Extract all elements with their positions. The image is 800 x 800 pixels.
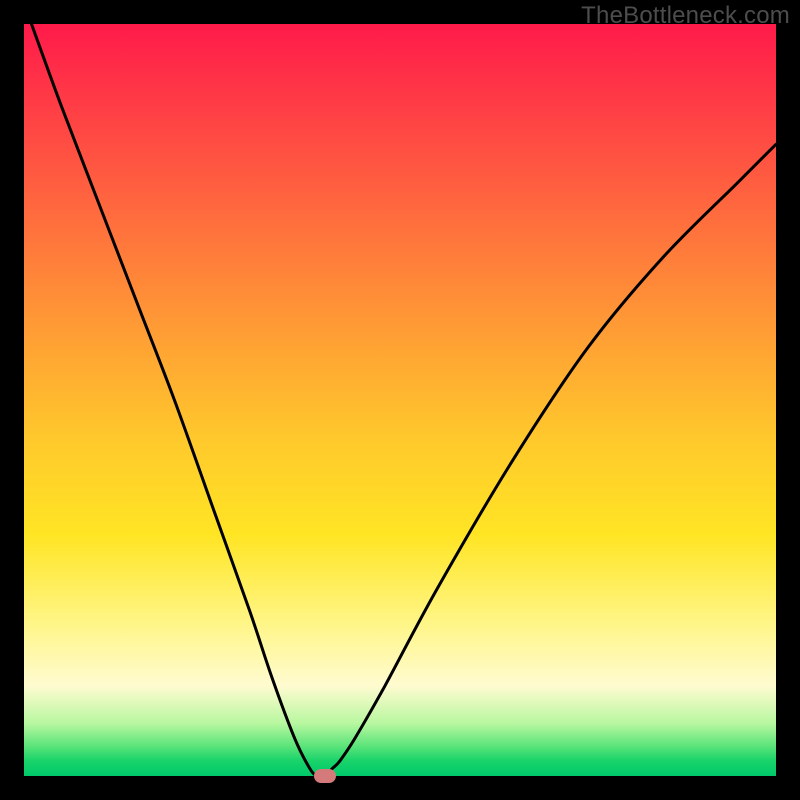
plot-area — [24, 24, 776, 776]
chart-frame: TheBottleneck.com — [0, 0, 800, 800]
bottleneck-curve — [32, 24, 777, 777]
minimum-marker — [314, 769, 336, 783]
curve-svg — [24, 24, 776, 776]
